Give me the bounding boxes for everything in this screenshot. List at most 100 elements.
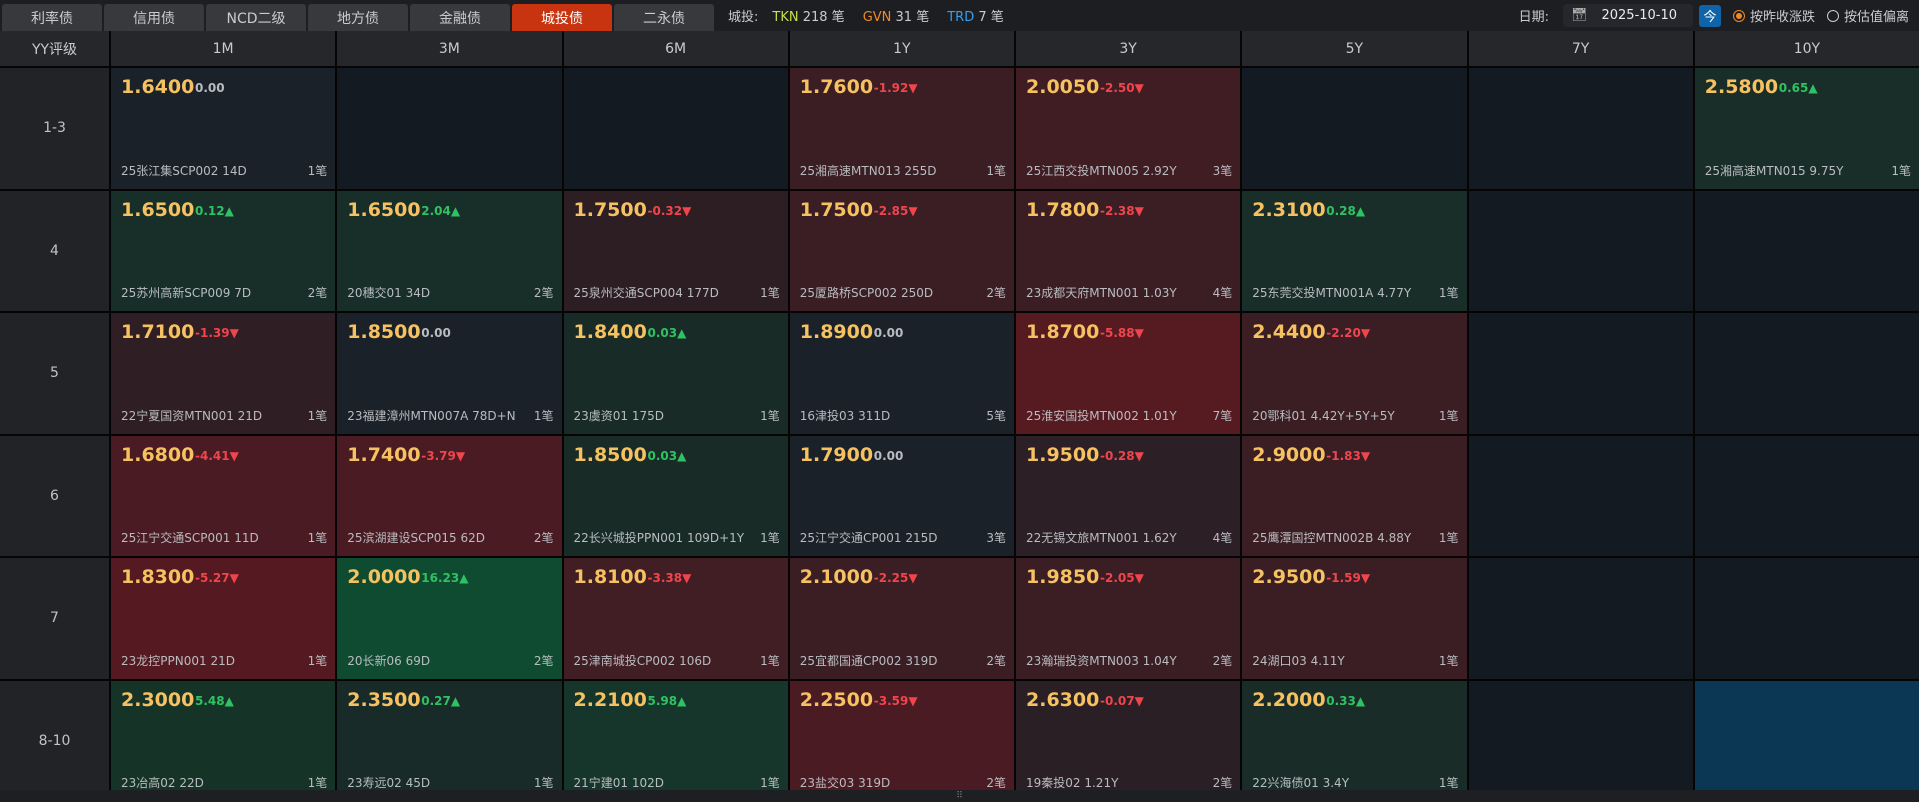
empty-cell[interactable] (563, 68, 788, 189)
quote-cell[interactable]: 1.7400 -3.79▼ 25滨湖建设SCP015 62D 2笔 (337, 435, 562, 556)
trade-count: 1笔 (1891, 163, 1911, 178)
source-code: GVN (862, 10, 892, 25)
tab-3[interactable]: 地方债 (308, 4, 408, 31)
column-header[interactable]: 3M (337, 31, 562, 66)
empty-cell[interactable] (1468, 435, 1693, 556)
empty-cell[interactable] (1694, 313, 1919, 434)
yield-value: 1.7900 (799, 443, 874, 466)
quote-cell[interactable]: 2.9500 -1.59▼ 24湖口03 4.11Y 1笔 (1242, 558, 1467, 679)
quote-cell[interactable]: 1.7100 -1.39▼ 22宁夏国资MTN001 21D 1笔 (111, 313, 336, 434)
yield-value: 1.7500 (799, 198, 874, 221)
column-header[interactable]: 1M (111, 31, 336, 66)
change-value: -1.92▼ (873, 81, 918, 95)
column-header[interactable]: 7Y (1468, 31, 1693, 66)
radio-prev-close[interactable]: 按昨收涨跌 (1732, 6, 1815, 25)
quote-cell[interactable]: 2.1000 -2.25▼ 25宜都国通CP002 319D 2笔 (789, 558, 1014, 679)
trade-count: 1笔 (307, 776, 328, 790)
selected-cell[interactable] (1694, 680, 1919, 801)
yield-value: 2.3500 (347, 688, 421, 711)
tab-5[interactable]: 城投债 (512, 4, 612, 31)
date-picker[interactable]: 📅︎ 2025-10-10 (1562, 4, 1693, 27)
quote-cell[interactable]: 2.3000 5.48▲ 23冶高02 22D 1笔 (111, 680, 336, 801)
column-header[interactable]: 1Y (789, 31, 1014, 66)
row-label: 7 (0, 558, 109, 679)
empty-cell[interactable] (1694, 558, 1919, 679)
yield-value: 2.0000 (347, 566, 421, 588)
bond-name: 22长兴城投PPN001 109D+1Y (573, 531, 745, 545)
quote-cell[interactable]: 1.7600 -1.92▼ 25湘高速MTN013 255D 1笔 (789, 68, 1014, 189)
radio-valuation[interactable]: 按估值偏离 (1826, 6, 1909, 25)
empty-cell[interactable] (1694, 190, 1919, 311)
quote-cell[interactable]: 1.6500 0.12▲ 25苏州高新SCP009 7D 2笔 (111, 190, 336, 311)
quote-cell[interactable]: 2.2500 -3.59▼ 23盐交03 319D 2笔 (789, 680, 1014, 801)
column-header[interactable]: 10Y (1694, 31, 1919, 66)
quote-cell[interactable]: 2.0050 -2.50▼ 25江西交投MTN005 2.92Y 3笔 (1016, 68, 1241, 189)
quote-cell[interactable]: 2.6300 -0.07▼ 19秦投02 1.21Y 2笔 (1016, 680, 1241, 801)
quote-cell[interactable]: 1.8900 0.00 16津投03 311D 5笔 (789, 313, 1014, 434)
quote-cell[interactable]: 1.8300 -5.27▼ 23龙控PPN001 21D 1笔 (111, 558, 336, 679)
quote-cell[interactable]: 2.0000 16.23▲ 20长新06 69D 2笔 (337, 558, 562, 679)
summary-label: 城投: (728, 10, 759, 25)
change-value: -1.83▼ (1326, 448, 1371, 463)
quote-cell[interactable]: 1.7800 -2.38▼ 23成都天府MTN001 1.03Y 4笔 (1016, 190, 1241, 311)
top-bar: 利率债 信用债 NCD二级 地方债 金融债 城投债 二永债 城投: TKN 218 笔 GVN… (0, 0, 1919, 31)
quote-cell[interactable]: 1.9500 -0.28▼ 22无锡文旅MTN001 1.62Y 4笔 (1016, 435, 1241, 556)
quote-cell[interactable]: 2.2000 0.33▲ 22兴海债01 3.4Y 1笔 (1242, 680, 1467, 801)
quote-cell[interactable]: 2.4400 -2.20▼ 20鄂科01 4.42Y+5Y+5Y 1笔 (1242, 313, 1467, 434)
quote-cell[interactable]: 1.7500 -0.32▼ 25泉州交通SCP004 177D 1笔 (563, 190, 788, 311)
quote-cell[interactable]: 1.8100 -3.38▼ 25津南城投CP002 106D 1笔 (563, 558, 788, 679)
quote-cell[interactable]: 1.6800 -4.41▼ 25江宁交通SCP001 11D 1笔 (111, 435, 336, 556)
empty-cell[interactable] (1468, 190, 1693, 311)
change-value: -0.07▼ (1100, 693, 1144, 708)
column-header[interactable]: 6M (563, 31, 788, 66)
tab-0[interactable]: 利率债 (2, 4, 102, 31)
bond-name: 21宁建01 102D (573, 776, 665, 790)
tab-4[interactable]: 金融债 (410, 4, 510, 31)
yield-value: 2.0050 (1026, 76, 1100, 98)
change-value: 0.33▲ (1326, 693, 1366, 708)
quote-cell[interactable]: 1.6400 0.00 25张江集SCP002 14D 1笔 (111, 68, 336, 189)
trade-count: 1笔 (533, 776, 554, 790)
empty-cell[interactable] (1468, 313, 1693, 434)
quote-cell[interactable]: 2.9000 -1.83▼ 25鹰潭国控MTN002B 4.88Y 1笔 (1242, 435, 1467, 556)
bond-name: 25鹰潭国控MTN002B 4.88Y (1252, 531, 1412, 545)
quote-cell[interactable]: 1.8500 0.03▲ 22长兴城投PPN001 109D+1Y 1笔 (563, 435, 788, 556)
change-value: -2.25▼ (873, 571, 918, 585)
bond-name: 25苏州高新SCP009 7D (121, 286, 252, 300)
empty-cell[interactable] (1242, 68, 1467, 189)
quote-cell[interactable]: 2.3100 0.28▲ 25东莞交投MTN001A 4.77Y 1笔 (1242, 190, 1467, 311)
quote-cell[interactable]: 1.8400 0.03▲ 23虞资01 175D 1笔 (563, 313, 788, 434)
quote-cell[interactable]: 1.8700 -5.88▼ 25淮安国投MTN002 1.01Y 7笔 (1016, 313, 1241, 434)
yield-value: 1.8400 (573, 321, 647, 343)
quote-cell[interactable]: 2.3500 0.27▲ 23寿远02 45D 1笔 (337, 680, 562, 801)
tab-2[interactable]: NCD二级 (206, 4, 306, 31)
empty-cell[interactable] (1468, 68, 1693, 189)
empty-cell[interactable] (1694, 435, 1919, 556)
trade-count: 2笔 (1212, 653, 1233, 668)
empty-cell[interactable] (1468, 558, 1693, 679)
quote-cell[interactable]: 1.9850 -2.05▼ 23瀚瑞投资MTN003 1.04Y 2笔 (1016, 558, 1241, 679)
today-button[interactable]: 今 (1698, 4, 1721, 27)
quote-cell[interactable]: 1.8500 0.00 23福建漳州MTN007A 78D+N 1笔 (337, 313, 562, 434)
source-count: 31 笔 (895, 10, 930, 25)
yield-value: 2.1000 (799, 566, 874, 588)
trade-count: 7笔 (1212, 408, 1233, 423)
quote-cell[interactable]: 2.2100 5.98▲ 21宁建01 102D 1笔 (563, 680, 788, 801)
empty-cell[interactable] (337, 68, 562, 189)
tab-1[interactable]: 信用债 (104, 4, 204, 31)
change-value: 5.98▲ (647, 693, 687, 708)
change-value: -2.50▼ (1100, 81, 1144, 95)
radio-checked-icon (1732, 9, 1745, 22)
tab-6[interactable]: 二永债 (614, 4, 714, 31)
category-tabs: 利率债 信用债 NCD二级 地方债 金融债 城投债 二永债 (0, 4, 714, 31)
radio-label: 按昨收涨跌 (1749, 10, 1815, 25)
column-header[interactable]: 3Y (1016, 31, 1241, 66)
row-label: 8-10 (0, 680, 109, 801)
resize-handle[interactable]: ⠿ (0, 790, 1919, 802)
column-header[interactable]: 5Y (1242, 31, 1467, 66)
empty-cell[interactable] (1468, 680, 1693, 801)
quote-cell[interactable]: 2.5800 0.65▲ 25湘高速MTN015 9.75Y 1笔 (1694, 68, 1919, 189)
quote-cell[interactable]: 1.7900 0.00 25江宁交通CP001 215D 3笔 (789, 435, 1014, 556)
quote-cell[interactable]: 1.6500 2.04▲ 20穗交01 34D 2笔 (337, 190, 562, 311)
quote-cell[interactable]: 1.7500 -2.85▼ 25厦路桥SCP002 250D 2笔 (789, 190, 1014, 311)
